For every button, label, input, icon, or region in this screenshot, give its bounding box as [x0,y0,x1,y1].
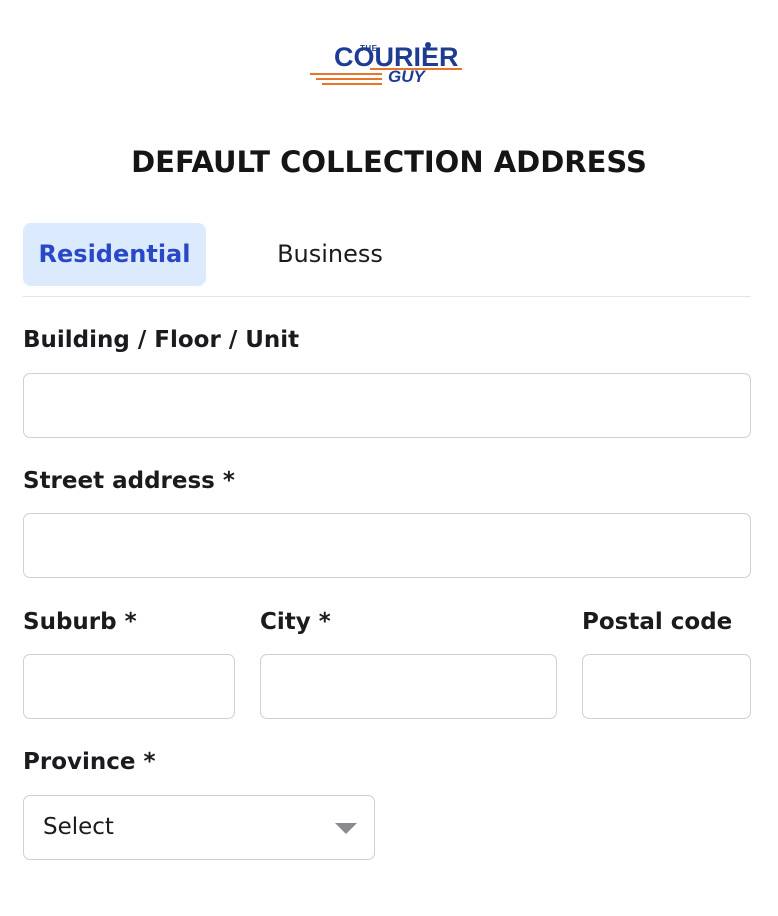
page-title: DEFAULT COLLECTION ADDRESS [131,145,647,179]
tab-residential[interactable]: Residential [23,223,206,286]
postal-code-label: Postal code [582,609,733,635]
province-label: Province * [23,749,156,775]
building-label: Building / Floor / Unit [23,327,300,353]
chevron-down-icon [335,823,357,834]
street-address-input[interactable] [23,513,751,578]
suburb-input[interactable] [23,654,235,719]
logo-sub-text: GUY [388,67,425,86]
building-input[interactable] [23,373,751,438]
street-address-label: Street address * [23,468,235,494]
city-label: City * [260,609,331,635]
province-select[interactable]: Select [23,795,375,860]
tabs-divider [23,296,751,297]
tab-business[interactable]: Business [258,223,402,286]
suburb-label: Suburb * [23,609,137,635]
courier-guy-logo: THE COURIER GUY [308,38,470,92]
province-selected-value: Select [43,814,114,840]
city-input[interactable] [260,654,557,719]
postal-code-input[interactable] [582,654,751,719]
